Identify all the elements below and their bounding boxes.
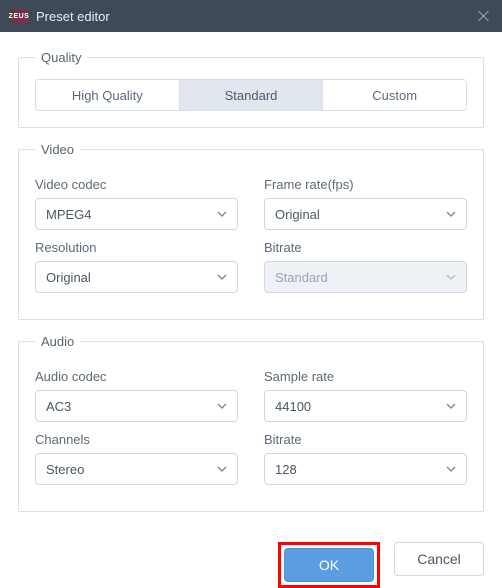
audio-bitrate-value: 128 <box>275 462 297 477</box>
quality-tab-high[interactable]: High Quality <box>36 80 179 110</box>
audio-bitrate-label: Bitrate <box>264 432 467 447</box>
video-resolution-select[interactable]: Original <box>35 261 238 293</box>
audio-channels-value: Stereo <box>46 462 84 477</box>
chevron-down-icon <box>217 209 227 219</box>
video-bitrate-value: Standard <box>275 270 328 285</box>
quality-tab-high-label: High Quality <box>72 88 143 103</box>
video-codec-label: Video codec <box>35 177 238 192</box>
ok-highlight: OK <box>278 542 380 588</box>
cancel-button-label: Cancel <box>417 551 461 567</box>
video-framerate-select[interactable]: Original <box>264 198 467 230</box>
titlebar: ZEUS Preset editor <box>0 0 502 32</box>
audio-codec-label: Audio codec <box>35 369 238 384</box>
quality-tab-custom-label: Custom <box>372 88 417 103</box>
audio-samplerate-select[interactable]: 44100 <box>264 390 467 422</box>
app-logo: ZEUS <box>10 9 28 23</box>
video-bitrate-select: Standard <box>264 261 467 293</box>
audio-legend: Audio <box>35 334 80 349</box>
audio-codec-select[interactable]: AC3 <box>35 390 238 422</box>
ok-button[interactable]: OK <box>284 548 374 582</box>
cancel-button[interactable]: Cancel <box>394 542 484 576</box>
window-title: Preset editor <box>36 9 110 24</box>
chevron-down-icon <box>446 401 456 411</box>
close-icon[interactable] <box>476 8 492 24</box>
video-framerate-value: Original <box>275 207 320 222</box>
quality-legend: Quality <box>35 50 87 65</box>
quality-tab-custom[interactable]: Custom <box>322 80 466 110</box>
ok-button-label: OK <box>319 557 339 573</box>
chevron-down-icon <box>217 464 227 474</box>
quality-segmented: High Quality Standard Custom <box>35 79 467 111</box>
video-resolution-label: Resolution <box>35 240 238 255</box>
quality-tab-standard[interactable]: Standard <box>179 80 323 110</box>
audio-group: Audio Audio codec AC3 Channels Stereo Sa… <box>18 334 484 512</box>
chevron-down-icon <box>446 464 456 474</box>
audio-samplerate-value: 44100 <box>275 399 311 414</box>
audio-channels-select[interactable]: Stereo <box>35 453 238 485</box>
video-legend: Video <box>35 142 80 157</box>
dialog-footer: OK Cancel <box>0 536 502 588</box>
chevron-down-icon <box>446 272 456 282</box>
video-group: Video Video codec MPEG4 Resolution Origi… <box>18 142 484 320</box>
quality-tab-standard-label: Standard <box>225 88 278 103</box>
chevron-down-icon <box>446 209 456 219</box>
video-framerate-label: Frame rate(fps) <box>264 177 467 192</box>
audio-channels-label: Channels <box>35 432 238 447</box>
audio-codec-value: AC3 <box>46 399 71 414</box>
chevron-down-icon <box>217 401 227 411</box>
quality-group: Quality High Quality Standard Custom <box>18 50 484 128</box>
video-bitrate-label: Bitrate <box>264 240 467 255</box>
video-resolution-value: Original <box>46 270 91 285</box>
video-codec-select[interactable]: MPEG4 <box>35 198 238 230</box>
video-codec-value: MPEG4 <box>46 207 92 222</box>
audio-samplerate-label: Sample rate <box>264 369 467 384</box>
chevron-down-icon <box>217 272 227 282</box>
audio-bitrate-select[interactable]: 128 <box>264 453 467 485</box>
